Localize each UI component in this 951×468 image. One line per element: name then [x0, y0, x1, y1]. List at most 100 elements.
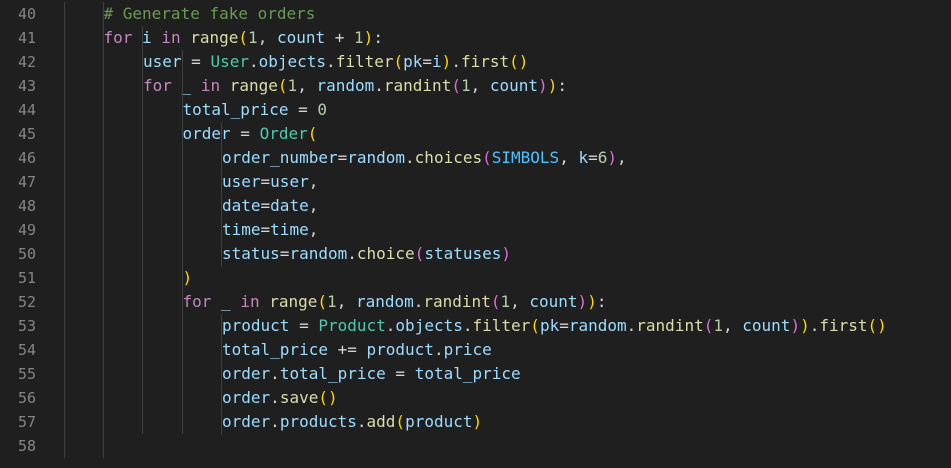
code-token: filter	[472, 316, 531, 335]
code-token: Order	[259, 124, 308, 143]
code-token: 6	[597, 148, 608, 167]
line-number: 55	[17, 365, 36, 383]
code-text: order = Order(	[183, 122, 318, 146]
code-token: count	[529, 292, 578, 311]
code-token: =	[260, 220, 271, 239]
code-token: (	[530, 316, 540, 335]
code-token: ,	[617, 148, 627, 167]
code-token: .	[270, 364, 280, 383]
code-token: randint	[383, 76, 452, 95]
code-token: 1	[287, 76, 298, 95]
code-token: randint	[636, 316, 704, 335]
line-number: 42	[17, 53, 36, 71]
code-token: .	[356, 412, 367, 431]
code-token: ,	[336, 292, 356, 311]
code-token: =	[385, 364, 415, 383]
code-token: ()	[318, 388, 338, 407]
code-token: # Generate fake orders	[103, 4, 316, 23]
code-token: :	[373, 28, 383, 47]
code-token: range	[269, 292, 318, 311]
code-token: SIMBOLS	[491, 148, 560, 167]
code-token: (	[393, 52, 404, 71]
code-token: :	[557, 76, 567, 95]
code-token: choice	[356, 244, 415, 263]
code-token: first	[819, 316, 868, 335]
line-number: 45	[17, 125, 36, 143]
code-token: _	[221, 292, 231, 311]
code-token: )	[607, 148, 618, 167]
code-text: order_number=random.choices(SIMBOLS, k=6…	[222, 146, 627, 170]
code-token: ,	[308, 196, 319, 215]
code-text: for i in range(1, count + 1):	[104, 26, 383, 50]
code-token: status	[222, 244, 280, 263]
code-token: statuses	[424, 244, 502, 263]
code-token: randint	[423, 292, 491, 311]
code-token: :	[596, 292, 607, 311]
indent-guide	[64, 2, 65, 458]
code-token: .	[433, 340, 444, 359]
code-token: 1	[248, 28, 258, 47]
code-token: date	[222, 196, 261, 215]
line-number: 43	[17, 77, 36, 95]
code-token: )	[182, 268, 193, 287]
code-token: k	[578, 148, 589, 167]
line-number: 46	[17, 149, 36, 167]
line-number: 51	[17, 269, 36, 287]
code-line[interactable]: 40 # Generate fake orders	[0, 2, 951, 26]
indent-guide	[103, 2, 104, 458]
code-token: count	[742, 316, 791, 335]
code-token: .	[347, 244, 357, 263]
code-text: order.products.add(product)	[222, 410, 482, 434]
code-editor[interactable]: 40 # Generate fake orders 41 for i in range…	[0, 0, 951, 468]
code-token: =	[181, 52, 211, 71]
code-token: (	[451, 76, 461, 95]
code-token: (	[414, 244, 425, 263]
code-token: 1	[460, 76, 471, 95]
code-token: total_price	[182, 100, 289, 119]
code-token: random	[355, 292, 414, 311]
code-token: pk	[539, 316, 560, 335]
code-token: =	[260, 196, 271, 215]
code-token: order	[222, 364, 271, 383]
line-number: 52	[17, 293, 36, 311]
code-token: =	[260, 172, 271, 191]
code-text: # Generate fake orders	[104, 2, 316, 26]
code-text: order.save()	[222, 386, 338, 410]
code-text: order.total_price = total_price	[222, 362, 521, 386]
code-token: filter	[335, 52, 394, 71]
code-token: .	[413, 292, 424, 311]
code-token: )	[501, 244, 512, 263]
code-token: save	[279, 388, 319, 407]
code-token: ,	[470, 76, 490, 95]
code-token: add	[366, 412, 396, 431]
code-token: (	[238, 28, 249, 47]
indent-guide	[221, 314, 222, 434]
code-token: first	[460, 52, 510, 71]
code-text: for _ in range(1, random.randint(1, coun…	[183, 290, 607, 314]
line-number: 56	[17, 389, 36, 407]
code-text: total_price = 0	[183, 98, 328, 122]
code-line[interactable]: 58	[0, 434, 951, 458]
code-token: (	[307, 124, 318, 143]
code-token: random	[347, 148, 406, 167]
code-text: status=random.choice(statuses)	[222, 242, 511, 266]
code-token: 0	[317, 100, 328, 119]
code-token: for	[103, 28, 133, 47]
code-token: time	[270, 220, 309, 239]
code-token: ,	[559, 148, 579, 167]
code-token: order_number	[222, 148, 338, 167]
code-token: ()	[509, 52, 529, 71]
code-token: ,	[723, 316, 743, 335]
code-token: total_price	[222, 340, 328, 359]
code-token: ,	[308, 172, 319, 191]
code-token: in	[161, 28, 181, 47]
code-token: total_price	[279, 364, 386, 383]
code-token: count	[276, 28, 326, 47]
code-token: )	[547, 76, 558, 95]
indent-guide	[182, 50, 183, 434]
code-token: =	[422, 52, 433, 71]
code-token: objects	[395, 316, 463, 335]
code-token: .	[326, 52, 336, 71]
